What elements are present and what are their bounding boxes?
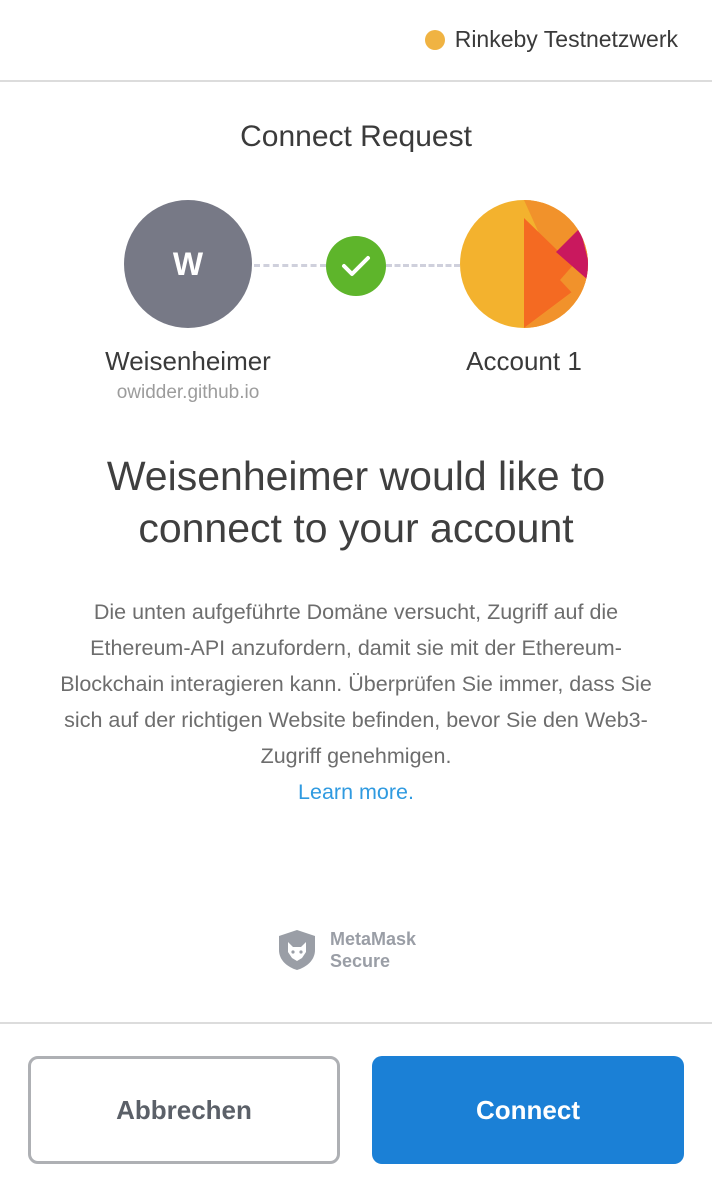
request-heading: Weisenheimer would like to connect to yo… — [40, 450, 672, 554]
request-description: Die unten aufgeführte Domäne versucht, Z… — [60, 594, 652, 810]
metamask-secure-badge: MetaMask Secure — [276, 928, 416, 972]
site-origin: owidder.github.io — [116, 382, 260, 403]
secure-line-2: Secure — [330, 951, 391, 971]
network-indicator[interactable]: Rinkeby Testnetzwerk — [424, 26, 678, 53]
account-name: Account 1 — [466, 346, 582, 376]
learn-more-link[interactable]: Learn more. — [298, 780, 414, 804]
description-text: Die unten aufgeführte Domäne versucht, Z… — [60, 600, 652, 768]
account-identicon — [460, 200, 588, 328]
network-label: Rinkeby Testnetzwerk — [454, 26, 678, 52]
connector-dashes-right — [386, 264, 460, 267]
header-bar: Rinkeby Testnetzwerk — [0, 0, 712, 82]
site-avatar: W — [124, 200, 252, 328]
secure-line-1: MetaMask — [330, 929, 417, 949]
footer-divider — [0, 1022, 712, 1024]
site-name: Weisenheimer — [105, 346, 271, 376]
network-status-dot — [424, 29, 445, 50]
heading-line-1: Weisenheimer would like to — [106, 453, 606, 499]
connect-button[interactable]: Connect — [372, 1056, 684, 1164]
connector-dashes-left — [254, 264, 326, 267]
cancel-button[interactable]: Abbrechen — [28, 1056, 340, 1164]
site-initial: W — [172, 245, 204, 282]
heading-line-2: connect to your account — [138, 505, 574, 551]
page-title: Connect Request — [240, 120, 472, 153]
checkmark-icon — [342, 256, 370, 276]
connection-status-badge — [326, 236, 386, 296]
fox-shield-icon — [279, 930, 315, 970]
